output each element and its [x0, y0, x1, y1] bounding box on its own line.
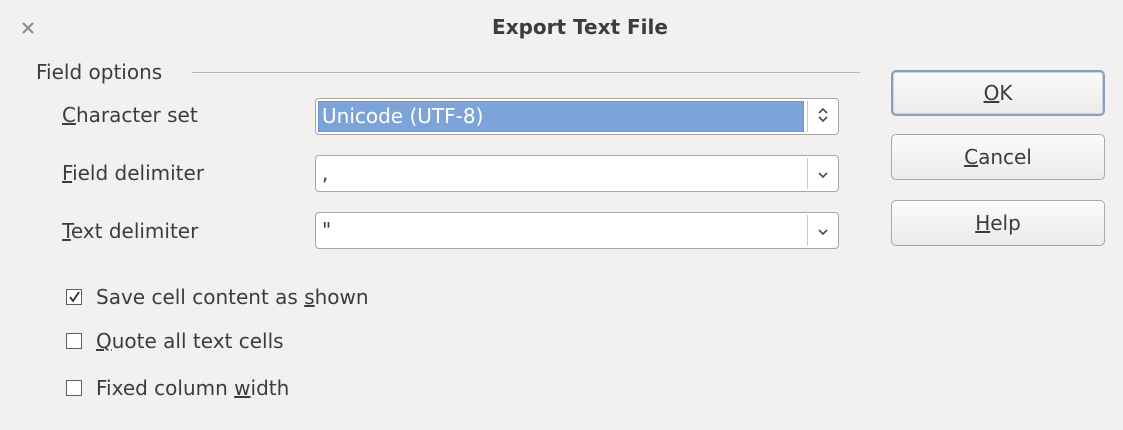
quote-all-label: Quote all text cells: [96, 329, 284, 353]
text-delimiter-label-text: ext delimiter: [70, 219, 199, 243]
character-set-select[interactable]: Unicode (UTF-8): [315, 98, 839, 135]
fixed-width-checkbox[interactable]: [66, 380, 82, 396]
checkmark-icon: [69, 291, 80, 303]
field-delimiter-combobox[interactable]: ,: [315, 155, 839, 192]
cancel-mnemonic: C: [964, 145, 979, 169]
character-set-spin-button[interactable]: [810, 101, 836, 132]
chevron-down-icon: [817, 164, 829, 183]
field-delimiter-dropdown-button[interactable]: [810, 158, 836, 189]
fixed-width-mnemonic: w: [234, 376, 251, 400]
field-delimiter-input[interactable]: ,: [322, 161, 328, 185]
section-divider: [192, 72, 860, 73]
ok-button[interactable]: OK: [891, 70, 1105, 116]
help-button-label: Help: [975, 211, 1021, 235]
character-set-mnemonic: C: [62, 103, 76, 127]
cancel-button-label: Cancel: [964, 145, 1032, 169]
character-set-label-text: haracter set: [75, 103, 198, 127]
title-bar: Export Text File: [0, 0, 1123, 56]
save-as-shown-checkbox[interactable]: [66, 289, 82, 305]
quote-all-mnemonic: Q: [96, 329, 112, 353]
export-text-file-dialog: Export Text File Field options Character…: [0, 0, 1123, 430]
text-delimiter-label: Text delimiter: [62, 219, 198, 243]
field-options-header: Field options: [36, 60, 163, 84]
quote-all-checkbox[interactable]: [66, 333, 82, 349]
spin-up-down-icon: [817, 106, 829, 128]
text-delimiter-mnemonic: T: [62, 219, 71, 243]
fixed-width-label: Fixed column width: [96, 376, 289, 400]
help-button[interactable]: Help: [891, 200, 1105, 246]
field-delimiter-label-text: ield delimiter: [72, 161, 205, 185]
text-delimiter-combobox[interactable]: ": [315, 212, 839, 249]
cancel-button[interactable]: Cancel: [891, 134, 1105, 180]
fixed-width-label-pre: Fixed column: [96, 376, 235, 400]
fixed-width-option[interactable]: Fixed column width: [66, 376, 289, 400]
combo-separator: [807, 158, 808, 189]
character-set-selection: Unicode (UTF-8): [318, 101, 804, 132]
field-delimiter-label: Field delimiter: [62, 161, 204, 185]
help-mnemonic: H: [975, 211, 991, 235]
save-as-shown-mnemonic: s: [304, 285, 315, 309]
cancel-label-rest: ancel: [978, 145, 1032, 169]
save-as-shown-label-post: hown: [314, 285, 369, 309]
quote-all-label-post: uote all text cells: [111, 329, 284, 353]
save-as-shown-option[interactable]: Save cell content as shown: [66, 285, 369, 309]
character-set-label: Character set: [62, 103, 198, 127]
save-as-shown-label: Save cell content as shown: [96, 285, 369, 309]
fixed-width-label-post: idth: [250, 376, 290, 400]
combo-separator: [807, 215, 808, 246]
field-delimiter-mnemonic: F: [62, 161, 73, 185]
save-as-shown-label-pre: Save cell content as: [96, 285, 305, 309]
help-label-rest: elp: [990, 211, 1021, 235]
quote-all-option[interactable]: Quote all text cells: [66, 329, 284, 353]
chevron-down-icon: [817, 221, 829, 240]
text-delimiter-input[interactable]: ": [322, 218, 331, 242]
dialog-title: Export Text File: [492, 15, 668, 39]
character-set-value: Unicode (UTF-8): [322, 104, 484, 128]
ok-button-label: OK: [984, 81, 1013, 105]
ok-label-rest: K: [999, 81, 1013, 105]
combo-separator: [807, 101, 808, 132]
text-delimiter-dropdown-button[interactable]: [810, 215, 836, 246]
ok-mnemonic: O: [983, 81, 1000, 105]
